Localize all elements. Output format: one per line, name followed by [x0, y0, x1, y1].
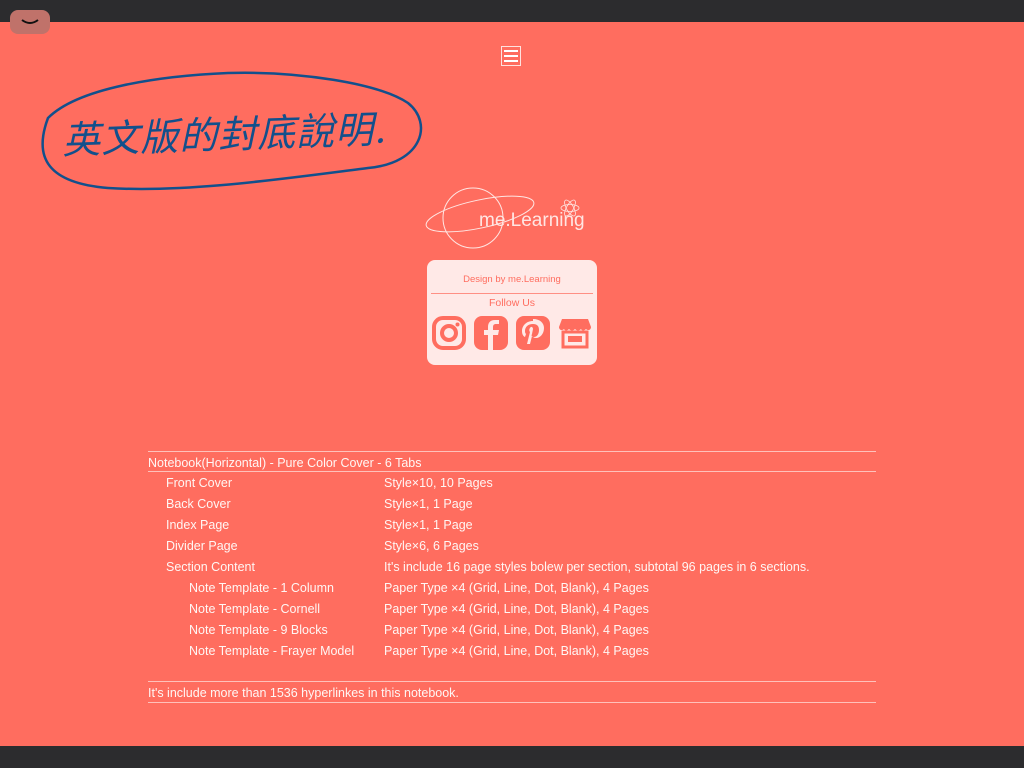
row-label: Index Page — [166, 517, 230, 532]
menu-button[interactable] — [501, 46, 521, 66]
handwritten-annotation: 英文版的封底說明. — [61, 107, 388, 163]
row-label: Back Cover — [166, 496, 231, 511]
row-value: Paper Type ×4 (Grid, Line, Dot, Blank), … — [384, 622, 649, 637]
logo-text: me.Learning — [479, 210, 585, 231]
collapse-toolbar-button[interactable] — [10, 10, 50, 34]
table-row: Front Cover Style×10, 10 Pages — [148, 472, 876, 493]
design-credit: Design by me.Learning — [463, 274, 561, 285]
spec-footer: It's include more than 1536 hyperlinkes … — [148, 681, 876, 703]
table-row: Back Cover Style×1, 1 Page — [148, 493, 876, 514]
row-value: Style×1, 1 Page — [384, 517, 473, 532]
row-label: Note Template - Frayer Model — [189, 643, 355, 658]
row-label: Note Template - 1 Column — [189, 580, 334, 595]
row-value: Paper Type ×4 (Grid, Line, Dot, Blank), … — [384, 643, 649, 658]
row-value: Style×10, 10 Pages — [384, 475, 493, 490]
bottom-bar — [0, 746, 1024, 768]
row-value: Paper Type ×4 (Grid, Line, Dot, Blank), … — [384, 601, 649, 616]
table-row: Section Content It's include 16 page styl… — [148, 556, 876, 577]
divider — [431, 293, 593, 294]
row-label: Front Cover — [166, 475, 232, 490]
shop-icon[interactable] — [557, 315, 593, 351]
row-value: Style×6, 6 Pages — [384, 538, 479, 553]
social-card: Design by me.Learning Follow Us — [427, 260, 597, 365]
follow-label: Follow Us — [488, 297, 536, 309]
row-value: Paper Type ×4 (Grid, Line, Dot, Blank), … — [384, 580, 649, 595]
facebook-icon[interactable] — [473, 315, 509, 351]
row-value: Style×1, 1 Page — [384, 496, 473, 511]
spec-title: Notebook(Horizontal) - Pure Color Cover … — [148, 456, 422, 470]
top-toolbar — [0, 0, 1024, 22]
row-label: Note Template - 9 Blocks — [189, 622, 328, 637]
table-row: Index Page Style×1, 1 Page — [148, 514, 876, 535]
row-label: Note Template - Cornell — [189, 601, 321, 616]
row-value: It's include 16 page styles bolew per se… — [384, 559, 810, 574]
table-row: Note Template - 1 Column Paper Type ×4 (G… — [148, 577, 876, 598]
instagram-icon[interactable] — [431, 315, 467, 351]
table-row: Note Template - Cornell Paper Type ×4 (Gr… — [148, 598, 876, 619]
pinterest-icon[interactable] — [515, 315, 551, 351]
row-label: Section Content — [166, 559, 255, 574]
table-row: Note Template - Frayer Model Paper Type ×… — [148, 640, 876, 661]
spec-table: Notebook(Horizontal) - Pure Color Cover … — [148, 451, 876, 703]
table-row: Divider Page Style×6, 6 Pages — [148, 535, 876, 556]
chevron-down-icon — [21, 19, 39, 24]
row-label: Divider Page — [166, 538, 238, 553]
table-row: Note Template - 9 Blocks Paper Type ×4 (G… — [148, 619, 876, 640]
